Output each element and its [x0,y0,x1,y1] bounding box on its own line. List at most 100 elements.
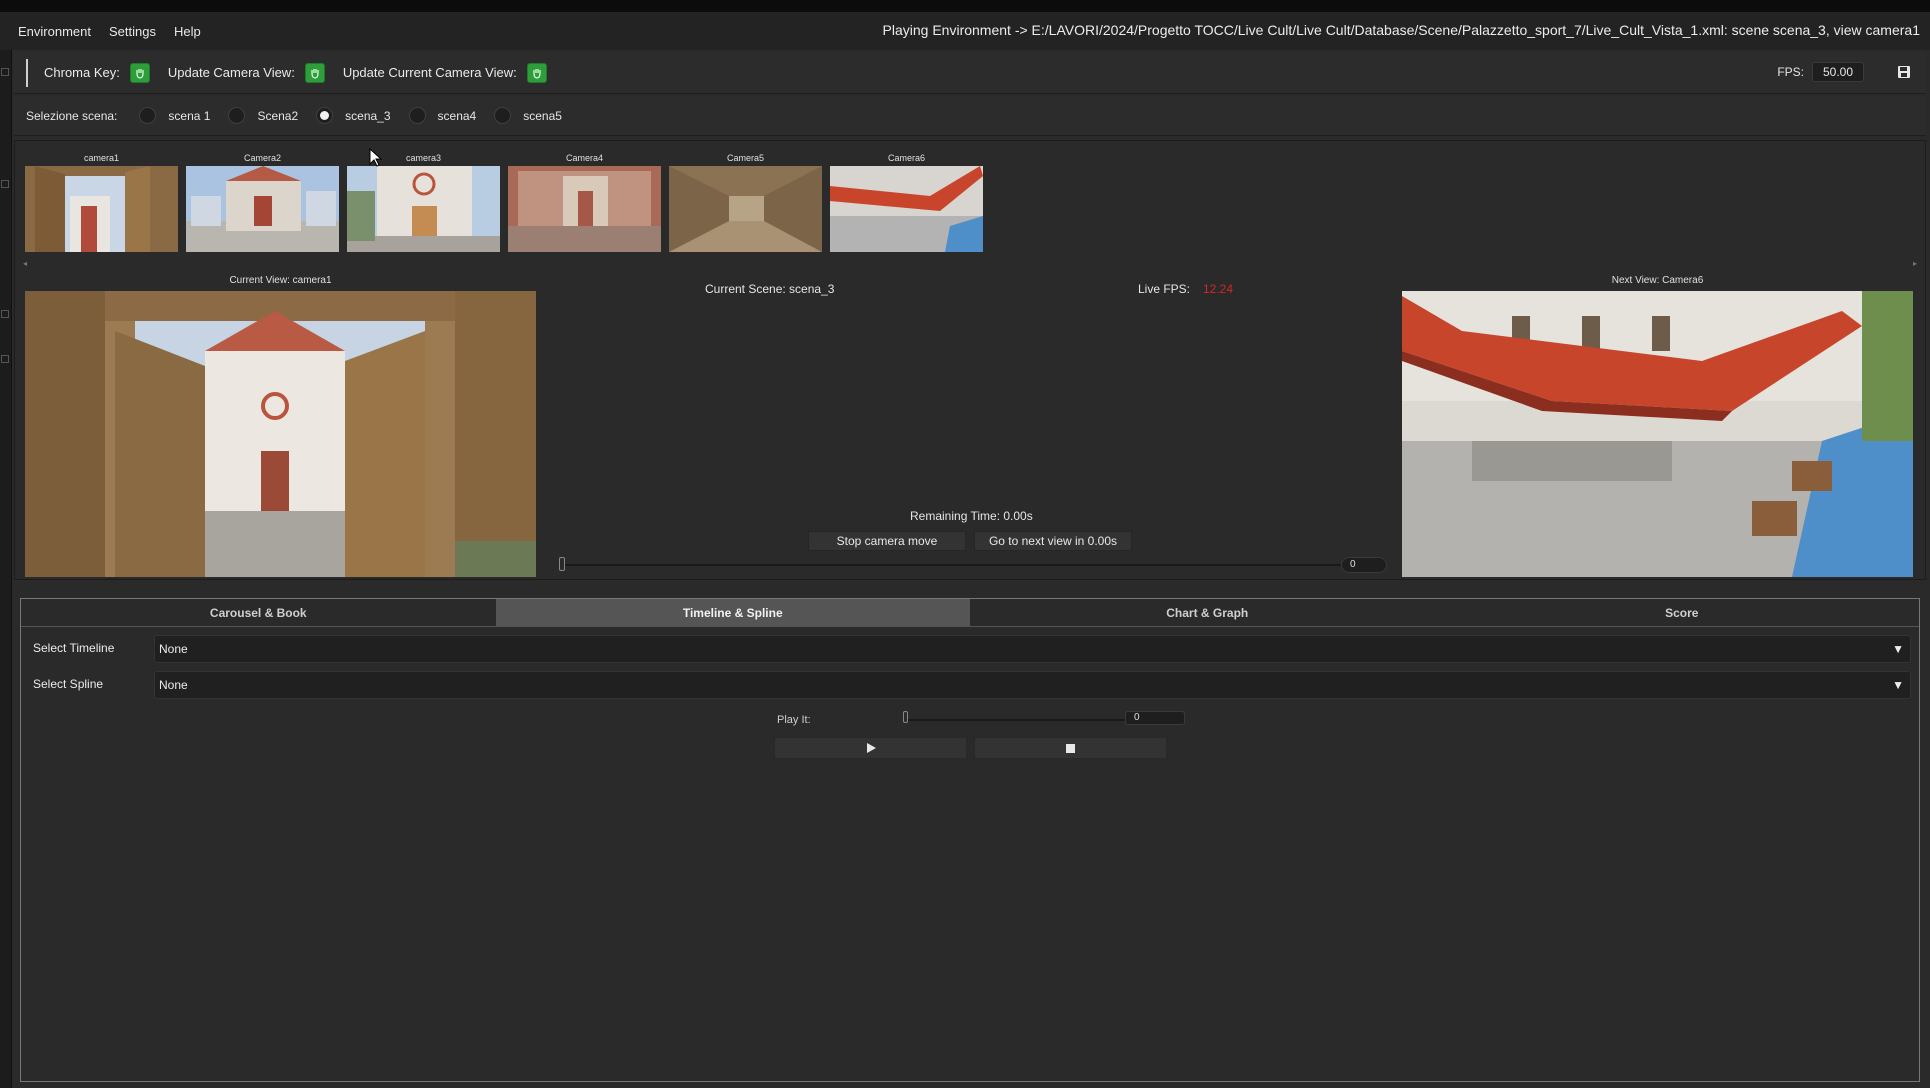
camera-thumbnail-strip: camera1 Camera2 camera3 Camera4 Camera5 … [25,151,983,252]
stop-icon [1066,743,1075,753]
tab-bar: Carousel & Book Timeline & Spline Chart … [21,599,1919,627]
scene-radio-scena1[interactable]: scena 1 [139,107,210,124]
fps-input[interactable]: 50.00 [1812,62,1864,82]
current-view-title: Current View: camera1 [229,275,332,286]
chroma-key-button[interactable] [129,62,150,83]
select-timeline-value: None [159,642,188,656]
toolbar-separator [26,58,28,87]
go-to-next-view-button[interactable]: Go to next view in 0.00s [974,531,1132,551]
chevron-down-icon[interactable]: ▼ [1892,672,1904,698]
scroll-right-icon[interactable]: ▸ [1913,259,1917,268]
camera-thumbnail-camera6[interactable]: Camera6 [830,151,983,252]
current-scene-text: Current Scene: scena_3 [705,282,835,296]
chevron-down-icon[interactable]: ▼ [1892,636,1904,662]
tab-panel: Carousel & Book Timeline & Spline Chart … [20,598,1920,1082]
window-top-strip [0,0,1930,12]
scene-radio-label: scena4 [437,108,477,123]
scroll-left-icon[interactable]: ◂ [23,259,27,268]
chroma-key-label: Chroma Key: [44,65,120,80]
left-dock-edge [0,50,12,1088]
menu-environment[interactable]: Environment [9,24,100,39]
camera-thumbnail-label: Camera6 [887,153,925,163]
play-button[interactable] [774,737,967,759]
update-camera-view-button[interactable] [304,62,325,83]
camera-preview-image[interactable] [508,166,661,252]
select-timeline-label: Select Timeline [33,641,115,655]
dock-handle[interactable] [1,355,9,363]
next-view-title: Next View: Camera6 [1611,275,1704,286]
scene-radio-label: Scena2 [257,108,299,123]
scene-radio-label: scena_3 [345,108,391,123]
camera-preview-image[interactable] [25,166,178,252]
select-spline-value: None [159,678,188,692]
scene-radio-scena4[interactable]: scena4 [408,107,477,124]
camera-thumbnail-label: camera1 [83,153,119,163]
scene-radio-scena5[interactable]: scena5 [494,107,562,124]
scene-radio-scena3[interactable]: scena_3 [316,107,391,124]
select-timeline-row: Select Timeline None ▼ [21,633,1919,663]
menu-help[interactable]: Help [165,24,210,39]
scene-selector: Selezione scena: scena 1 Scena2 scena_3 … [14,96,1926,136]
camera-move-value-spinbox[interactable]: 0 [1341,557,1387,573]
toolbar: Chroma Key: Update Camera View: Update C… [14,52,1926,94]
remaining-time-text: Remaining Time: 0.00s [910,509,1033,523]
tab-score[interactable]: Score [1445,599,1920,626]
camera-thumbnail-label: Camera5 [726,153,764,163]
save-icon[interactable] [1896,64,1912,80]
update-current-camera-view-label: Update Current Camera View: [342,65,517,80]
fps-label: FPS: [1777,65,1804,79]
scene-radio-label: scena 1 [168,108,211,123]
tab-timeline-spline[interactable]: Timeline & Spline [495,599,970,626]
live-fps-value: 12.24 [1203,282,1234,296]
play-slider-handle[interactable] [903,711,908,723]
hand-icon [311,68,319,79]
radio-indicator[interactable] [408,107,426,124]
camera-thumbnail-camera2[interactable]: Camera2 [186,151,339,252]
tab-carousel-book[interactable]: Carousel & Book [21,599,496,626]
play-it-label: Play It: [777,714,811,726]
radio-indicator[interactable] [139,107,157,124]
menu-bar: Environment Settings Help Playing Enviro… [0,12,1930,50]
hand-icon [136,68,144,79]
radio-indicator-selected[interactable] [316,107,334,124]
camera-preview-image[interactable] [669,166,822,252]
play-icon [866,743,876,753]
camera-move-slider-handle[interactable] [559,557,565,571]
radio-indicator[interactable] [228,107,246,124]
camera-thumbnail-label: Camera2 [243,153,281,163]
next-view-image [1402,291,1913,577]
window-title: Playing Environment -> E:/LAVORI/2024/Pr… [882,22,1920,38]
camera-thumbnail-label: Camera4 [565,153,603,163]
select-spline-label: Select Spline [33,677,104,691]
stop-camera-move-button[interactable]: Stop camera move [808,531,966,551]
camera-preview-image[interactable] [347,166,500,252]
camera-preview-image[interactable] [830,166,983,252]
select-timeline-dropdown[interactable]: None ▼ [154,635,1911,663]
update-current-camera-view-button[interactable] [526,62,547,83]
camera-thumbnail-label: camera3 [405,153,441,163]
dock-handle[interactable] [1,68,9,76]
scene-selector-label: Selezione scena: [26,108,118,123]
stop-button[interactable] [974,737,1167,759]
camera-preview-image[interactable] [186,166,339,252]
live-fps-label: Live FPS: [1138,282,1191,296]
tab-chart-graph[interactable]: Chart & Graph [970,599,1445,626]
select-spline-dropdown[interactable]: None ▼ [154,671,1911,699]
scene-radio-label: scena5 [523,108,562,123]
camera-panel: camera1 Camera2 camera3 Camera4 Camera5 … [14,140,1926,580]
camera-thumbnail-camera5[interactable]: Camera5 [669,151,822,252]
camera-thumbnail-camera1[interactable]: camera1 [25,151,178,252]
radio-indicator[interactable] [494,107,512,124]
hand-icon [533,68,541,79]
mouse-cursor-icon [369,148,383,167]
play-value-spinbox[interactable]: 0 [1125,711,1185,725]
dock-handle[interactable] [1,310,9,318]
dock-handle[interactable] [1,180,9,188]
camera-move-slider-track[interactable] [561,564,1351,566]
camera-thumbnail-camera4[interactable]: Camera4 [508,151,661,252]
update-camera-view-label: Update Camera View: [167,65,295,80]
scene-radio-scena2[interactable]: Scena2 [228,107,298,124]
menu-settings[interactable]: Settings [100,24,165,39]
current-view-image [25,291,536,577]
play-slider-track[interactable] [905,719,1145,721]
